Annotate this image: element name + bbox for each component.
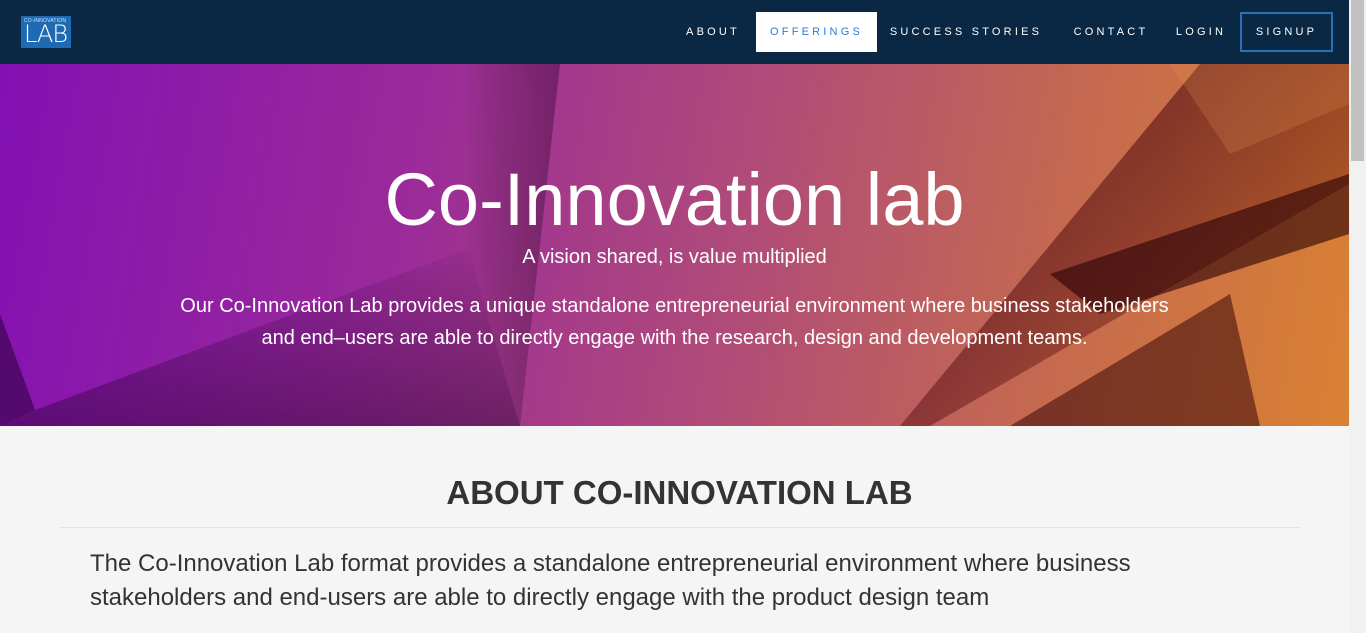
- about-text: The Co-Innovation Lab format provides a …: [90, 550, 1131, 611]
- logo-text: LAB: [24, 20, 68, 48]
- nav-offerings[interactable]: OFFERINGS: [756, 12, 877, 52]
- nav-success-stories[interactable]: SUCCESS STORIES: [886, 12, 1046, 52]
- nav-signup-button[interactable]: SIGNUP: [1240, 12, 1333, 52]
- nav-about[interactable]: ABOUT: [680, 12, 746, 52]
- top-navbar: CO-INNOVATION LAB ABOUT OFFERINGS SUCCES…: [0, 0, 1349, 64]
- nav-login[interactable]: LOGIN: [1168, 12, 1234, 52]
- lab-logo[interactable]: CO-INNOVATION LAB: [21, 16, 71, 48]
- about-divider: [60, 527, 1300, 528]
- hero-title: Co-Innovation lab: [384, 158, 965, 241]
- hero-banner: Co-Innovation lab A vision shared, is va…: [0, 64, 1349, 426]
- scrollbar-thumb[interactable]: [1351, 0, 1364, 161]
- about-heading: ABOUT CO-INNOVATION LAB: [446, 474, 913, 511]
- hero-tagline: A vision shared, is value multiplied: [522, 246, 827, 268]
- hero-description: Our Co-Innovation Lab provides a unique …: [180, 295, 1169, 349]
- nav-contact[interactable]: CONTACT: [1066, 12, 1156, 52]
